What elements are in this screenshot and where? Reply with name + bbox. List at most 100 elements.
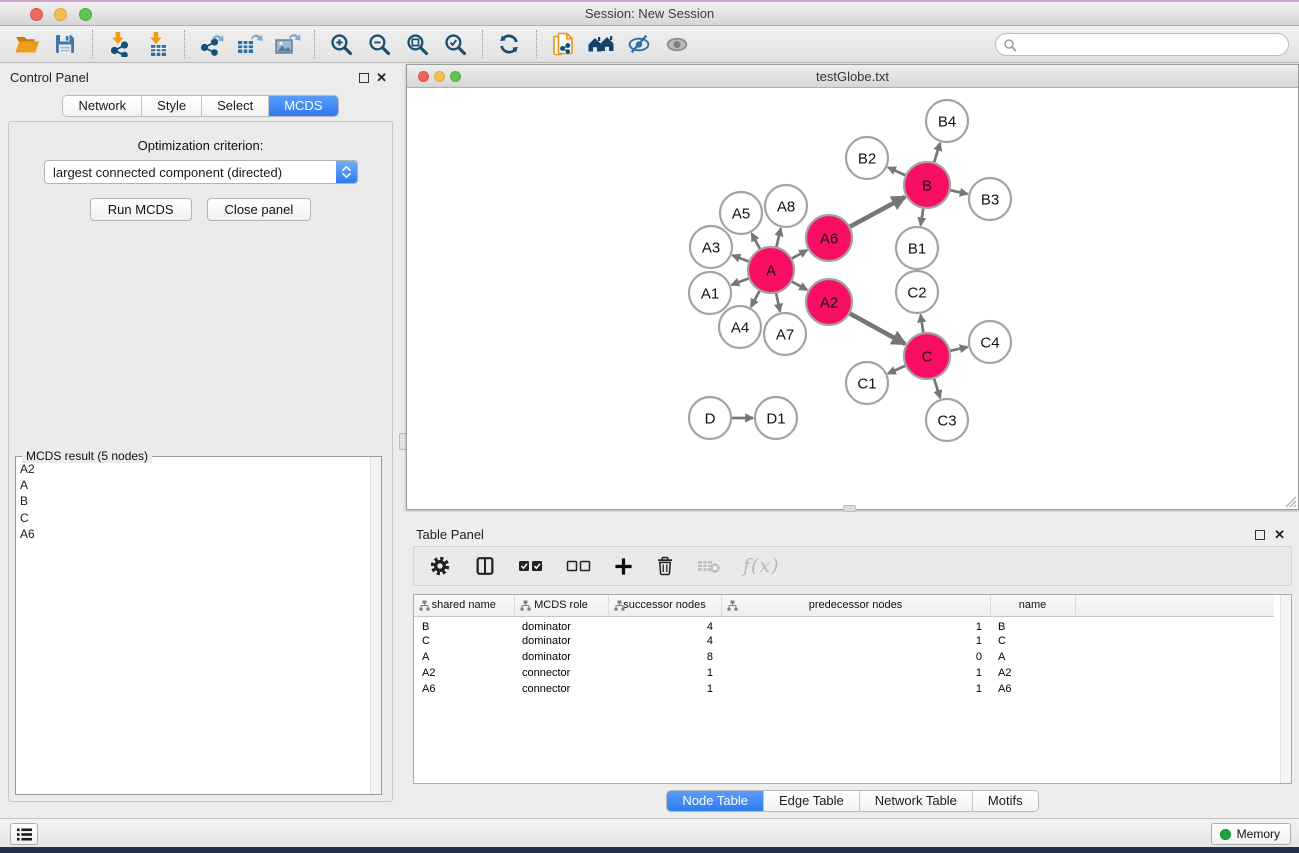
hide-annotations-icon[interactable]	[624, 29, 654, 59]
float-panel-icon[interactable]	[359, 73, 369, 83]
table-cell[interactable]: A2	[414, 665, 514, 681]
memory-button[interactable]: Memory	[1211, 823, 1291, 845]
graph-node-A8[interactable]: A8	[765, 185, 807, 227]
tab-edge-table[interactable]: Edge Table	[764, 791, 860, 811]
new-network-icon[interactable]	[548, 29, 578, 59]
table-cell[interactable]: 1	[721, 616, 990, 633]
save-session-icon[interactable]	[50, 29, 80, 59]
open-file-icon[interactable]	[12, 29, 42, 59]
delete-column-icon[interactable]	[655, 551, 675, 581]
close-table-panel-icon[interactable]: ✕	[1274, 527, 1285, 543]
table-cell[interactable]: dominator	[514, 616, 608, 633]
table-cell[interactable]: A6	[414, 681, 514, 697]
table-cell[interactable]: B	[990, 616, 1075, 633]
tab-style[interactable]: Style	[142, 96, 202, 116]
graph-node-C4[interactable]: C4	[969, 321, 1011, 363]
table-row-B[interactable]: Bdominator41B	[414, 616, 1274, 633]
table-scrollbar[interactable]	[1280, 595, 1291, 783]
table-cell[interactable]: 4	[608, 633, 721, 649]
tab-mcds[interactable]: MCDS	[269, 96, 337, 116]
column-header-shared-name[interactable]: shared name	[414, 595, 514, 616]
node-table-grid[interactable]: shared nameMCDS rolesuccessor nodesprede…	[414, 595, 1274, 697]
graph-node-A2[interactable]: A2	[806, 279, 852, 325]
table-cell[interactable]: A	[414, 649, 514, 665]
graph-node-D[interactable]: D	[689, 397, 731, 439]
table-row-A2[interactable]: A2connector11A2	[414, 665, 1274, 681]
float-table-panel-icon[interactable]	[1255, 530, 1265, 540]
refresh-icon[interactable]	[494, 29, 524, 59]
result-item[interactable]: A6	[16, 526, 370, 542]
table-cell[interactable]: connector	[514, 665, 608, 681]
network-canvas[interactable]: B4B2BB3A8A5A6A3B1AC2A1A2A4A7C4CC1DD1C3	[407, 89, 1298, 509]
result-scrollbar[interactable]	[370, 457, 381, 794]
table-cell[interactable]: 4	[608, 616, 721, 633]
table-row-C[interactable]: Cdominator41C	[414, 633, 1274, 649]
export-table-icon[interactable]	[234, 29, 264, 59]
table-cell[interactable]: C	[990, 633, 1075, 649]
criterion-dropdown[interactable]: largest connected component (directed)	[44, 160, 358, 184]
select-all-columns-icon[interactable]	[518, 551, 544, 581]
search-field[interactable]	[995, 33, 1289, 56]
graph-node-A5[interactable]: A5	[720, 192, 762, 234]
graph-node-C[interactable]: C	[904, 333, 950, 379]
table-cell[interactable]: A6	[990, 681, 1075, 697]
column-header-name[interactable]: name	[990, 595, 1075, 616]
home-icon[interactable]	[586, 29, 616, 59]
graph-node-B3[interactable]: B3	[969, 178, 1011, 220]
table-cell[interactable]: 0	[721, 649, 990, 665]
unselect-all-columns-icon[interactable]	[566, 551, 592, 581]
network-graph[interactable]: B4B2BB3A8A5A6A3B1AC2A1A2A4A7C4CC1DD1C3	[407, 89, 1298, 509]
table-cell[interactable]: B	[414, 616, 514, 633]
table-cell[interactable]: connector	[514, 681, 608, 697]
show-graphics-icon[interactable]	[662, 29, 692, 59]
column-header-predecessor-nodes[interactable]: predecessor nodes	[721, 595, 990, 616]
table-cell[interactable]: A2	[990, 665, 1075, 681]
tab-network-table[interactable]: Network Table	[860, 791, 973, 811]
settings-gear-icon[interactable]	[428, 551, 452, 581]
table-cell[interactable]: 1	[721, 633, 990, 649]
zoom-out-icon[interactable]	[364, 29, 394, 59]
table-cell[interactable]: 1	[608, 665, 721, 681]
graph-node-B1[interactable]: B1	[896, 227, 938, 269]
result-item[interactable]: B	[16, 493, 370, 509]
search-input[interactable]	[1017, 38, 1267, 52]
zoom-in-icon[interactable]	[326, 29, 356, 59]
column-header-MCDS-role[interactable]: MCDS role	[514, 595, 608, 616]
resize-grip-icon[interactable]	[1283, 494, 1297, 508]
table-cell[interactable]: 1	[721, 665, 990, 681]
graph-node-A1[interactable]: A1	[689, 272, 731, 314]
graph-node-C2[interactable]: C2	[896, 271, 938, 313]
zoom-selected-icon[interactable]	[440, 29, 470, 59]
close-panel-button[interactable]: Close panel	[207, 198, 312, 221]
horizontal-splitter-handle[interactable]	[843, 505, 856, 512]
graph-node-C3[interactable]: C3	[926, 399, 968, 441]
tab-node-table[interactable]: Node Table	[667, 791, 764, 811]
task-history-button[interactable]	[10, 823, 38, 845]
add-column-icon[interactable]	[614, 551, 633, 581]
graph-node-A4[interactable]: A4	[719, 306, 761, 348]
table-cell[interactable]: dominator	[514, 649, 608, 665]
import-table-icon[interactable]	[142, 29, 172, 59]
import-network-icon[interactable]	[104, 29, 134, 59]
table-cell[interactable]: A	[990, 649, 1075, 665]
result-item[interactable]: A2	[16, 461, 370, 477]
zoom-fit-icon[interactable]	[402, 29, 432, 59]
column-header-successor-nodes[interactable]: successor nodes	[608, 595, 721, 616]
table-cell[interactable]: dominator	[514, 633, 608, 649]
table-row-A[interactable]: Adominator80A	[414, 649, 1274, 665]
graph-node-C1[interactable]: C1	[846, 362, 888, 404]
tab-network[interactable]: Network	[63, 96, 142, 116]
export-image-icon[interactable]	[272, 29, 302, 59]
graph-node-A[interactable]: A	[748, 247, 794, 293]
tab-motifs[interactable]: Motifs	[973, 791, 1038, 811]
table-cell[interactable]: 8	[608, 649, 721, 665]
result-item[interactable]: A	[16, 477, 370, 493]
table-cell[interactable]: 1	[721, 681, 990, 697]
graph-node-B2[interactable]: B2	[846, 137, 888, 179]
graph-node-B[interactable]: B	[904, 162, 950, 208]
export-network-icon[interactable]	[196, 29, 226, 59]
graph-node-A7[interactable]: A7	[764, 313, 806, 355]
table-row-A6[interactable]: A6connector11A6	[414, 681, 1274, 697]
close-panel-icon[interactable]: ✕	[376, 70, 387, 86]
tab-select[interactable]: Select	[202, 96, 269, 116]
